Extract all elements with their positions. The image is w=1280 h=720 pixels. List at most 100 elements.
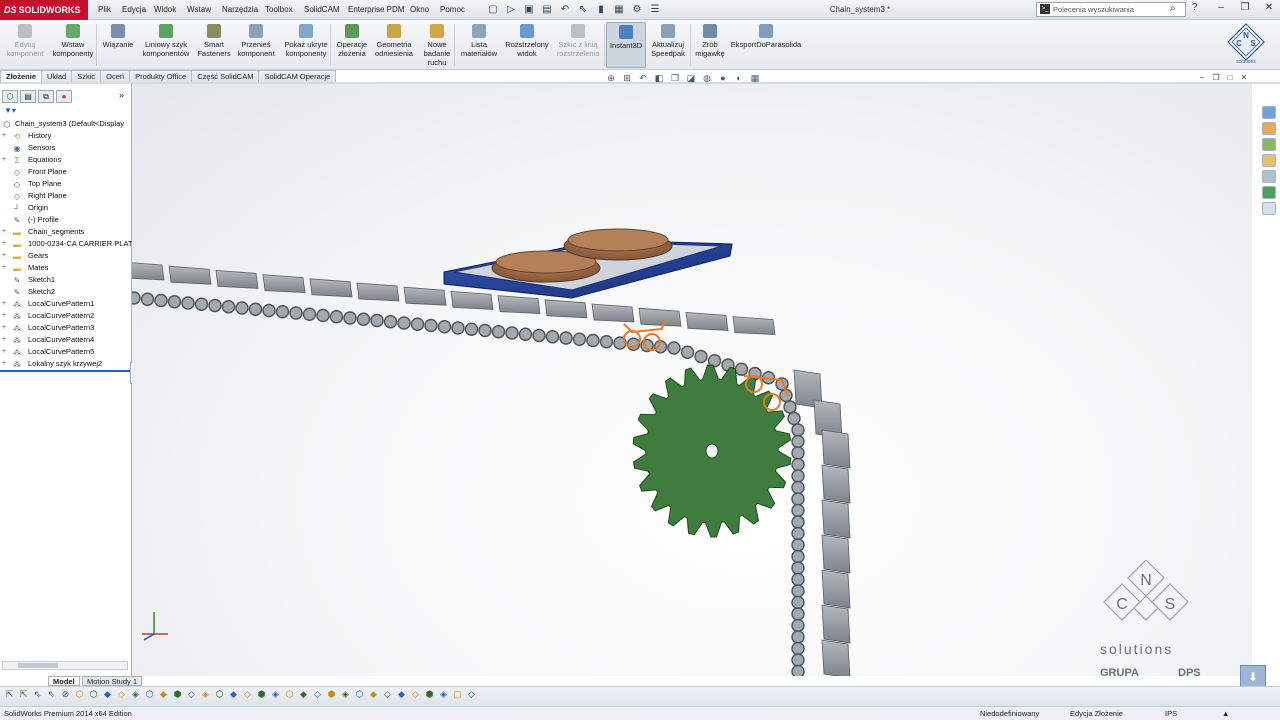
chain-link[interactable] — [791, 480, 805, 495]
selection-filter-icon[interactable]: ⇖ — [46, 689, 57, 700]
chain-link[interactable] — [734, 362, 749, 376]
tree-item[interactable]: + ⁂ LocalCurvePattern3 — [2, 322, 132, 334]
toolbar-options-icon[interactable]: ☰ — [648, 2, 662, 16]
chain-link[interactable] — [791, 469, 805, 483]
chain-link[interactable] — [316, 308, 330, 323]
selection-filter-icon[interactable]: ◈ — [130, 689, 141, 700]
viewport-close-icon[interactable]: ✕ — [1240, 73, 1247, 82]
chain-link[interactable] — [787, 411, 801, 426]
tree-item[interactable]: ✎ Sketch2 — [2, 286, 132, 298]
chain-block[interactable] — [497, 295, 541, 315]
chain-link[interactable] — [154, 293, 168, 308]
expand-toggle[interactable]: + — [2, 250, 8, 262]
chain-link[interactable] — [791, 641, 805, 656]
expand-toggle[interactable]: + — [2, 130, 8, 142]
chain-link[interactable] — [667, 341, 681, 355]
edit-appearance-icon[interactable]: ● — [718, 73, 728, 83]
chain-link[interactable] — [791, 457, 805, 472]
zoom-to-fit-icon[interactable]: ⊕ — [606, 73, 616, 83]
expand-toggle[interactable]: + — [2, 322, 8, 334]
chain-link[interactable] — [791, 653, 805, 667]
chain-link[interactable] — [235, 301, 249, 315]
chain-block[interactable] — [732, 316, 776, 336]
menu-item-6[interactable]: SolidCAM — [304, 0, 340, 20]
chain-link[interactable] — [791, 434, 805, 449]
selection-filter-icon[interactable]: ◆ — [228, 689, 239, 700]
chain-link[interactable] — [791, 492, 805, 506]
chain-link[interactable] — [791, 503, 805, 518]
configuration-manager-tab-icon[interactable]: ⧉ — [38, 90, 54, 103]
chain-block[interactable] — [591, 303, 635, 323]
tree-item[interactable]: ◉ Sensors — [2, 142, 132, 154]
tree-item[interactable]: ◇ Right Plane — [2, 190, 132, 202]
chain-block[interactable] — [685, 311, 729, 331]
selection-filter-icon[interactable]: ◇ — [312, 689, 323, 700]
selection-filter-icon[interactable]: ⬡ — [88, 689, 99, 700]
command-edit-component-button[interactable]: Edytuj komponent — [4, 22, 46, 68]
tab-model-active[interactable]: Model — [48, 676, 80, 686]
chain-link[interactable] — [221, 300, 236, 314]
model-view[interactable] — [132, 84, 1252, 676]
selection-filter-icon[interactable]: ◇ — [382, 689, 393, 700]
chain-link[interactable] — [208, 298, 222, 313]
scrollbar-thumb[interactable] — [18, 663, 58, 668]
command-motion-study-button[interactable]: Nowe badanie ruchu — [420, 22, 454, 68]
tree-item[interactable]: + ⁂ Lokalny szyk krzywej2 — [2, 358, 132, 370]
filter-icon[interactable]: ▼▾ — [4, 106, 16, 115]
expand-toggle[interactable]: + — [2, 262, 8, 274]
chain-link[interactable] — [329, 310, 344, 324]
display-style-icon[interactable]: ◪ — [686, 73, 696, 83]
chain-link[interactable] — [491, 325, 506, 339]
tree-item[interactable]: + ⁂ LocalCurvePattern4 — [2, 334, 132, 346]
selection-filter-icon[interactable]: ⬢ — [326, 689, 337, 700]
carrier-plate[interactable] — [443, 228, 733, 299]
chain-link[interactable] — [791, 515, 805, 529]
chain-link[interactable] — [410, 317, 425, 331]
expand-toggle[interactable]: + — [2, 346, 8, 358]
selection-filter-icon[interactable]: ⬡ — [354, 689, 365, 700]
selection-filter-icon[interactable]: ◇ — [466, 689, 477, 700]
tree-root[interactable]: ⬡ Chain_system3 (Default<Display — [2, 118, 132, 130]
selection-filter-icon[interactable]: ◇ — [410, 689, 421, 700]
search-icon[interactable]: ⌕ — [1170, 3, 1176, 14]
chain-link[interactable] — [248, 302, 263, 316]
chain-link[interactable] — [356, 312, 371, 326]
feature-manager-tab-icon[interactable]: ⬡ — [2, 90, 18, 103]
menu-item-9[interactable]: Pomoc — [440, 0, 465, 20]
chain-block[interactable] — [821, 429, 851, 469]
rollback-bar[interactable] — [0, 370, 130, 372]
menu-item-3[interactable]: Wstaw — [187, 0, 211, 20]
view-orientation-icon[interactable]: ❒ — [670, 73, 680, 83]
selection-filter-icon[interactable]: ⇱ — [18, 689, 29, 700]
chain-block[interactable] — [168, 265, 212, 285]
selection-filter-icon[interactable]: ⇱ — [4, 689, 15, 700]
chain-link[interactable] — [275, 305, 290, 319]
section-view-icon[interactable]: ◧ — [654, 73, 664, 83]
command-mate-button[interactable]: Wiązanie — [100, 22, 136, 68]
command-reference-geometry-button[interactable]: Geometria odniesienia — [372, 22, 416, 68]
command-instant3d-button[interactable]: Instant3D — [606, 22, 646, 68]
chain-link[interactable] — [383, 315, 398, 329]
selection-filter-icon[interactable]: ◈ — [270, 689, 281, 700]
selection-filter-icon[interactable]: ⬡ — [284, 689, 295, 700]
chain-link[interactable] — [397, 316, 411, 330]
selection-filter-icon[interactable]: ◈ — [200, 689, 211, 700]
tree-item[interactable]: + ⁂ LocalCurvePattern5 — [2, 346, 132, 358]
chain-link[interactable] — [791, 561, 805, 575]
viewport-minimize-icon[interactable]: – — [1200, 73, 1204, 82]
command-speedpak-button[interactable]: Aktualizuj Speedpak — [648, 22, 688, 68]
tree-item[interactable]: + ⟲ History — [2, 130, 132, 142]
solidworks-forum-icon[interactable] — [1262, 202, 1276, 215]
minimize-icon[interactable]: – — [1214, 1, 1228, 15]
chain-link[interactable] — [505, 326, 519, 340]
command-assembly-features-button[interactable]: Operacje złożenia — [334, 22, 370, 68]
chain-link[interactable] — [181, 296, 195, 310]
chain-link[interactable] — [424, 318, 438, 333]
restore-icon[interactable]: ❐ — [1238, 1, 1252, 15]
close-icon[interactable]: ✕ — [1262, 1, 1276, 15]
selection-filter-icon[interactable]: ⬢ — [424, 689, 435, 700]
command-linear-pattern-button[interactable]: Liniowy szyk komponentów — [138, 22, 194, 68]
chain-block[interactable] — [821, 464, 851, 504]
menu-item-1[interactable]: Edycja — [122, 0, 146, 20]
options-icon[interactable]: ⚙ — [630, 2, 644, 16]
